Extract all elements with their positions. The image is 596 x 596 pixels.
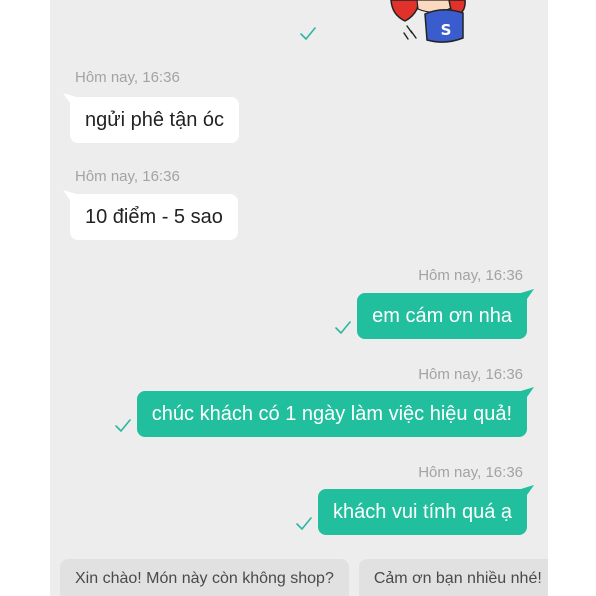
check-icon	[335, 321, 351, 334]
message-bubble-outgoing[interactable]: em cám ơn nha	[357, 293, 527, 339]
message-row: 10 điểm - 5 sao	[70, 194, 238, 240]
message-text: ngửi phê tận óc	[85, 109, 225, 131]
quick-reply-chip[interactable]: Xin chào! Món này còn không shop?	[60, 559, 349, 596]
message-timestamp: Hôm nay, 16:36	[418, 464, 523, 481]
message-timestamp: Hôm nay, 16:36	[75, 168, 180, 185]
message-text: 10 điểm - 5 sao	[85, 206, 223, 228]
message-bubble-incoming[interactable]: 10 điểm - 5 sao	[70, 194, 238, 240]
quick-reply-chip[interactable]: Cảm ơn bạn nhiều nhé!	[358, 559, 548, 596]
chat-panel: S Hôm nay, 16:36 ngửi phê tận óc Hôm nay…	[50, 0, 548, 596]
message-text: em cám ơn nha	[372, 305, 512, 327]
message-timestamp: Hôm nay, 16:36	[418, 366, 523, 383]
sticker-letter: S	[441, 21, 452, 39]
message-row: khách vui tính quá ạ	[296, 489, 527, 535]
message-row: chúc khách có 1 ngày làm việc hiệu quả!	[114, 391, 527, 437]
message-timestamp: Hôm nay, 16:36	[75, 69, 180, 86]
sticker[interactable]: S	[385, 0, 475, 45]
message-row: em cám ơn nha	[335, 293, 527, 339]
message-text: khách vui tính quá ạ	[332, 501, 512, 523]
message-row: ngửi phê tận óc	[70, 97, 240, 143]
check-icon	[114, 419, 131, 432]
check-icon	[300, 27, 316, 45]
message-bubble-outgoing[interactable]: chúc khách có 1 ngày làm việc hiệu quả!	[136, 391, 527, 437]
message-bubble-incoming[interactable]: ngửi phê tận óc	[70, 97, 240, 143]
quick-replies: Xin chào! Món này còn không shop? Cảm ơn…	[60, 559, 548, 596]
message-timestamp: Hôm nay, 16:36	[418, 267, 523, 284]
message-text: chúc khách có 1 ngày làm việc hiệu quả!	[151, 403, 512, 425]
check-icon	[296, 517, 312, 530]
message-bubble-outgoing[interactable]: khách vui tính quá ạ	[317, 489, 527, 535]
